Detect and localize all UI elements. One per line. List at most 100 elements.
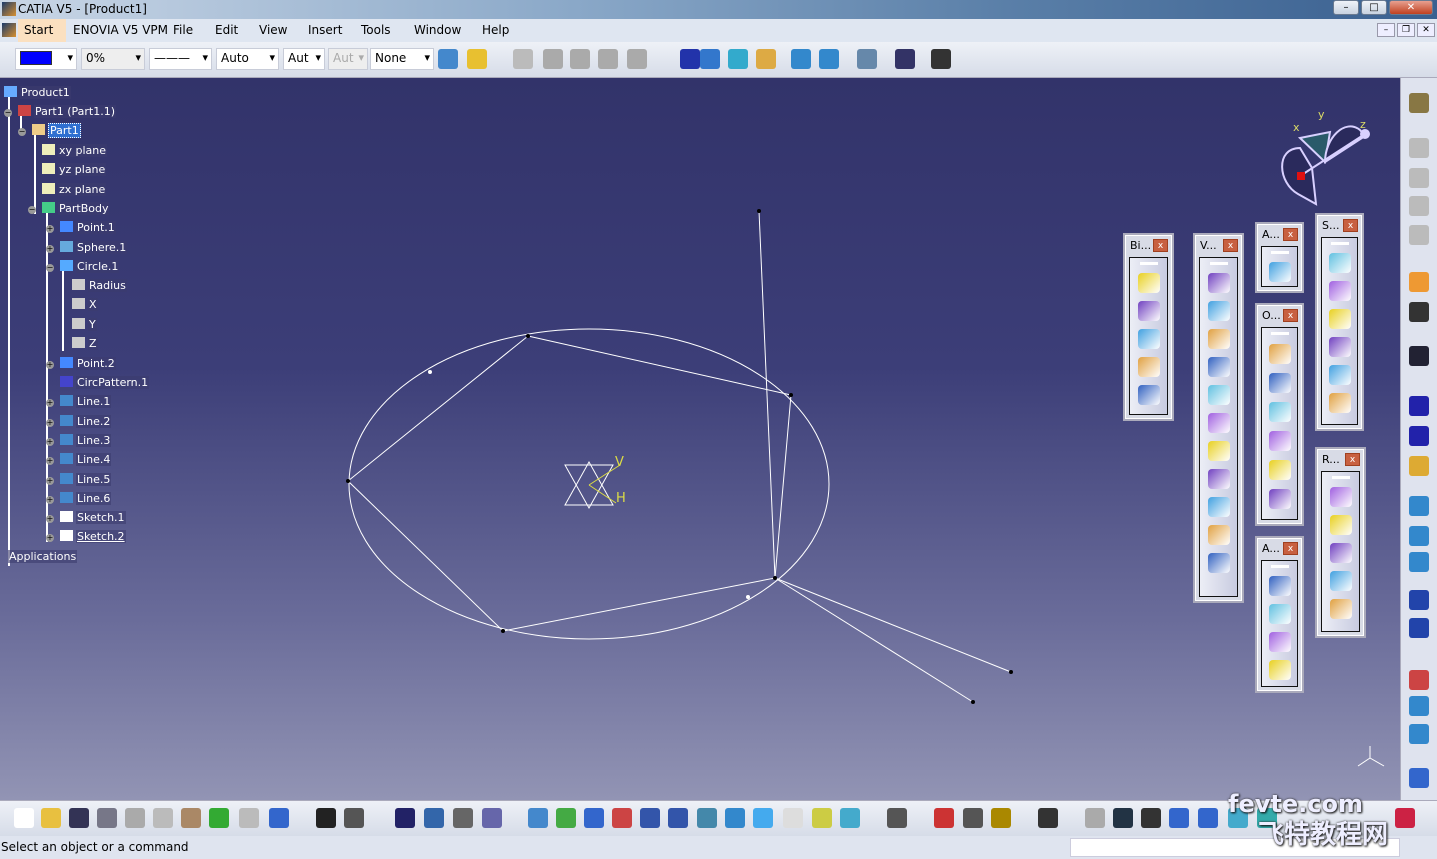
doc-minimize-button[interactable]: – (1377, 23, 1395, 37)
drafting-icon[interactable] (1409, 93, 1429, 113)
tree-item[interactable]: Z (72, 337, 98, 350)
extrude-icon[interactable] (1328, 309, 1351, 329)
swap-icon[interactable] (840, 808, 860, 828)
3d-viewport[interactable]: V H x y z Product1 Part1 (Part1.1) − Part1 −… (0, 78, 1400, 800)
menu-view[interactable]: View (259, 23, 287, 37)
toolbar-title[interactable]: O... x (1257, 305, 1302, 327)
join-icon[interactable] (1268, 402, 1291, 422)
intersection-icon[interactable] (1409, 526, 1429, 546)
toolbar-title[interactable]: A... x (1257, 538, 1302, 560)
plane-icon[interactable] (1409, 456, 1429, 476)
pocket-icon[interactable] (1207, 329, 1230, 349)
snap-icon[interactable] (543, 49, 563, 69)
tree-item[interactable]: Point.1 (60, 221, 116, 234)
spin-icon[interactable] (1085, 808, 1105, 828)
doc-restore-button[interactable]: ❐ (1397, 23, 1415, 37)
menu-tools[interactable]: Tools (361, 23, 391, 37)
measure-icon[interactable] (931, 49, 951, 69)
floating-toolbar[interactable]: A... x (1255, 222, 1304, 293)
circ-pattern-polygon[interactable] (347, 335, 792, 632)
tree-item[interactable]: Line.4 (60, 453, 112, 466)
revolve-icon[interactable] (1328, 281, 1351, 301)
copy-icon[interactable] (598, 49, 618, 69)
sequence-icon[interactable] (482, 808, 502, 828)
tool-icon[interactable] (1409, 225, 1429, 245)
clone-icon[interactable] (570, 49, 590, 69)
table-icon[interactable] (395, 808, 415, 828)
multi-view-icon[interactable] (725, 808, 745, 828)
toolbar-grip[interactable] (1209, 262, 1228, 265)
formula-icon[interactable] (316, 808, 336, 828)
close-button[interactable]: ✕ (1389, 0, 1433, 15)
paste-icon[interactable] (627, 49, 647, 69)
projection-icon[interactable] (1409, 496, 1429, 516)
floating-toolbar[interactable]: S... x (1315, 213, 1364, 431)
thickness-dropdown[interactable]: Auto (216, 48, 279, 70)
redo-icon[interactable] (239, 808, 259, 828)
translate-icon[interactable] (1268, 460, 1291, 480)
hide-show-icon[interactable] (812, 808, 832, 828)
toolbar-grip[interactable] (1139, 262, 1158, 265)
floating-toolbar[interactable]: O... x (1255, 303, 1304, 526)
tree-item[interactable]: Sphere.1 (60, 241, 128, 254)
close-toolbar-button[interactable]: x (1153, 239, 1168, 252)
tree-item[interactable]: Line.2 (60, 415, 112, 428)
connect-icon[interactable] (1409, 618, 1429, 638)
expand-toggle[interactable]: + (46, 399, 54, 407)
chart-icon[interactable] (1409, 768, 1429, 788)
pattern-icon[interactable] (1329, 515, 1352, 535)
fill-icon[interactable] (1137, 329, 1160, 349)
groove-icon[interactable] (1207, 385, 1230, 405)
tree-icon[interactable] (424, 808, 444, 828)
tree-item[interactable]: Line.5 (60, 473, 112, 486)
hole-icon[interactable] (1207, 413, 1230, 433)
tree-item[interactable]: Y (72, 318, 97, 331)
close-toolbar-button[interactable]: x (1343, 219, 1358, 232)
offset-surface-icon[interactable] (1328, 365, 1351, 385)
expand-toggle[interactable]: + (46, 534, 54, 542)
axis-icon[interactable] (1141, 808, 1161, 828)
minimize-button[interactable]: – (1333, 0, 1359, 15)
sketcher-icon[interactable] (1409, 346, 1429, 366)
transparency-dropdown[interactable]: 0% (81, 48, 145, 70)
zoom-in-icon[interactable] (640, 808, 660, 828)
toolbar-grip[interactable] (1270, 251, 1289, 254)
catalog-icon[interactable] (513, 49, 533, 69)
tree-item[interactable]: Applications (8, 550, 78, 563)
tool-icon[interactable] (1409, 196, 1429, 216)
boundary-icon[interactable] (1137, 273, 1160, 293)
expand-toggle[interactable]: + (46, 477, 54, 485)
rib-icon[interactable] (1207, 441, 1230, 461)
expand-toggle[interactable]: + (46, 438, 54, 446)
capture-icon[interactable] (1038, 808, 1058, 828)
healing-icon[interactable] (1137, 385, 1160, 405)
color-dropdown[interactable] (15, 48, 77, 70)
floating-toolbar[interactable]: Bi... x (1123, 233, 1174, 421)
zoom-out-icon[interactable] (668, 808, 688, 828)
tree-item[interactable]: Radius (72, 279, 127, 292)
geometry-canvas[interactable]: V H x y z (0, 78, 1400, 800)
undo-icon[interactable] (209, 808, 229, 828)
axis-system-icon[interactable] (1329, 599, 1352, 619)
pan-icon[interactable] (584, 808, 604, 828)
material-icon[interactable] (467, 49, 487, 69)
floating-toolbar[interactable]: R... x (1315, 447, 1366, 638)
catia-logo-icon[interactable] (1395, 808, 1415, 828)
sweep-icon[interactable] (1268, 604, 1291, 624)
adaptive-sweep-icon[interactable] (1268, 576, 1291, 596)
surface-icon[interactable] (728, 49, 748, 69)
sweep-surface-icon[interactable] (1328, 393, 1351, 413)
close-toolbar-button[interactable]: x (1283, 309, 1298, 322)
extrapolate-icon[interactable] (1268, 489, 1291, 509)
expand-toggle[interactable]: + (46, 361, 54, 369)
render-style-icon[interactable] (783, 808, 803, 828)
plane-tool-icon[interactable] (756, 49, 776, 69)
tree-item[interactable]: Line.3 (60, 434, 112, 447)
circle-icon[interactable] (1409, 590, 1429, 610)
part-design-icon[interactable] (791, 49, 811, 69)
line-1[interactable] (758, 210, 776, 579)
slot-icon[interactable] (1207, 469, 1230, 489)
tree-item[interactable]: zx plane (42, 183, 107, 196)
remove-loft-icon[interactable] (1207, 553, 1230, 573)
toolbar-title[interactable]: S... x (1317, 215, 1362, 237)
